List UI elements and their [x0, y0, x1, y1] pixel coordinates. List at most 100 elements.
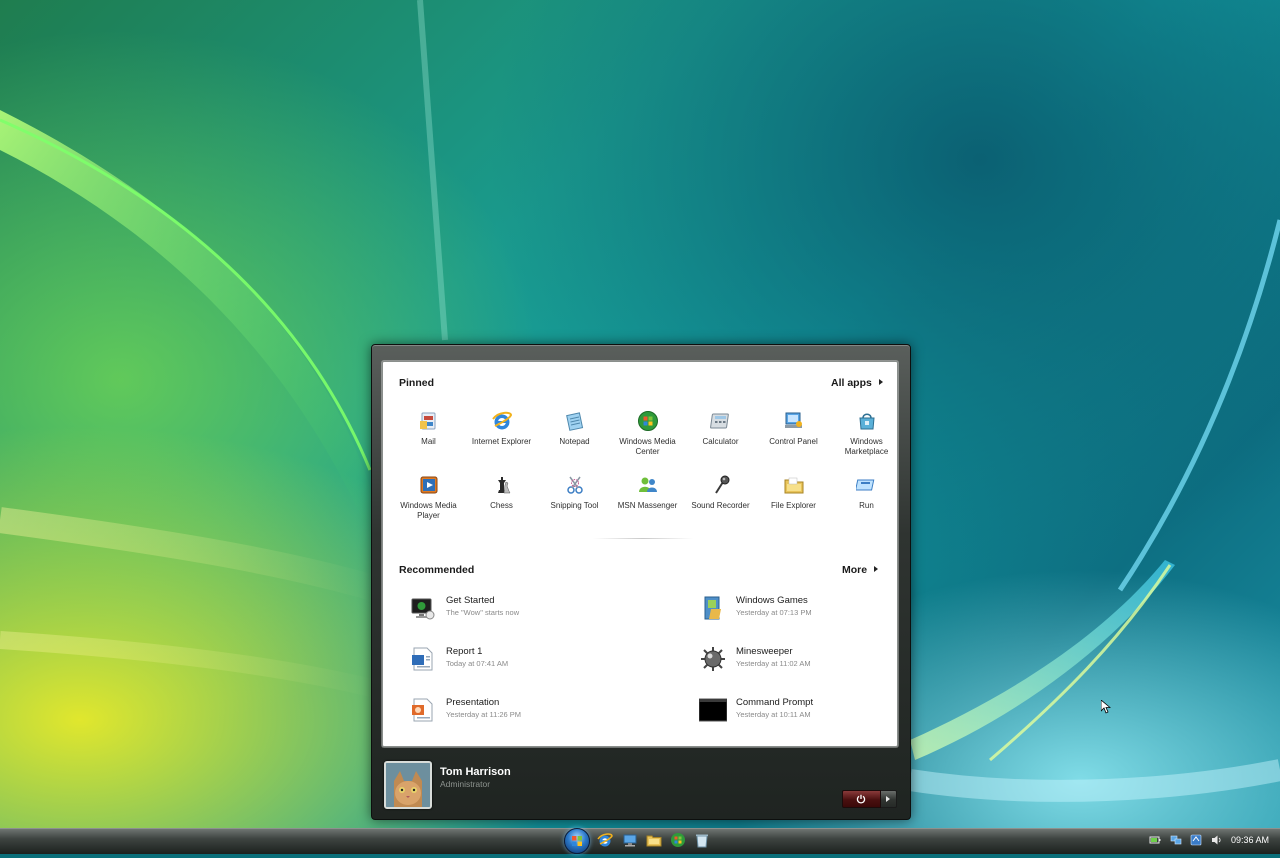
mail-icon	[419, 412, 435, 430]
recommended-item-subtitle: Today at 07:41 AM	[446, 659, 509, 668]
user-role: Administrator	[440, 779, 491, 789]
run-icon	[855, 479, 874, 491]
chevron-right-icon	[878, 379, 883, 385]
recommended-item-report-1[interactable]: Report 1 Today at 07:41 AM	[409, 643, 609, 677]
section-divider	[593, 538, 693, 539]
pinned-app-msn-messenger[interactable]: MSN Massenger	[611, 474, 684, 538]
media-center-icon[interactable]	[670, 832, 686, 848]
volume-icon[interactable]	[1211, 834, 1223, 846]
app-label: Calculator	[702, 437, 739, 446]
notepad-icon	[565, 412, 583, 431]
recommended-item-command-prompt[interactable]: Command Prompt Yesterday at 10:11 AM	[699, 694, 899, 728]
pinned-app-file-explorer[interactable]: File Explorer	[757, 474, 830, 538]
pinned-app-mail[interactable]: Mail	[392, 410, 465, 474]
recommended-item-windows-games[interactable]: Windows Games Yesterday at 07:13 PM	[699, 592, 899, 626]
calculator-icon	[709, 413, 729, 429]
mine-icon	[701, 647, 725, 671]
app-label: Run	[859, 501, 874, 510]
more-button[interactable]: More	[842, 564, 879, 576]
pinned-app-notepad[interactable]: Notepad	[538, 410, 611, 474]
chess-icon	[497, 477, 510, 494]
taskbar	[0, 828, 1280, 854]
presentation-icon	[412, 698, 433, 722]
app-label: Notepad	[559, 437, 590, 446]
recommended-item-name: Windows Games	[736, 595, 808, 606]
network-icon[interactable]	[622, 832, 638, 848]
recommended-item-name: Presentation	[446, 697, 500, 708]
internet-explorer-icon	[491, 411, 512, 430]
recommended-item-subtitle: Yesterday at 11:02 AM	[736, 659, 811, 668]
snipping-tool-icon	[566, 476, 583, 494]
recommended-item-subtitle: The "Wow" starts now	[446, 608, 520, 617]
app-label: Windows Media Player	[400, 501, 457, 520]
chevron-right-icon	[886, 796, 891, 802]
recommended-item-minesweeper[interactable]: Minesweeper Yesterday at 11:02 AM	[699, 643, 899, 677]
recommended-list: Get Started The "Wow" starts now Windows…	[409, 592, 879, 742]
app-label: Mail	[421, 437, 436, 446]
all-apps-label: All apps	[831, 377, 872, 389]
power-options-button[interactable]	[880, 790, 897, 808]
pinned-app-control-panel[interactable]: Control Panel	[757, 410, 830, 474]
app-label: MSN Massenger	[617, 501, 678, 510]
start-menu-content-panel: Pinned All apps Mail Internet Explorer N…	[382, 361, 898, 747]
recommended-item-subtitle: Yesterday at 11:26 PM	[446, 710, 522, 719]
taskbar-clock[interactable]: 09:36 AM	[1231, 835, 1269, 845]
internet-explorer-icon[interactable]	[597, 832, 613, 848]
recommended-item-name: Get Started	[446, 595, 495, 606]
app-label: Chess	[490, 501, 513, 510]
recommended-item-get-started[interactable]: Get Started The "Wow" starts now	[409, 592, 609, 626]
recommended-item-name: Report 1	[446, 646, 483, 657]
network-icon[interactable]	[1170, 834, 1182, 846]
msn-messenger-icon	[638, 477, 657, 492]
pinned-app-sound-recorder[interactable]: Sound Recorder	[684, 474, 757, 538]
shut-down-button[interactable]	[842, 790, 881, 808]
pinned-apps-grid: Mail Internet Explorer Notepad Windows M…	[392, 410, 888, 538]
app-label: Internet Explorer	[471, 437, 532, 446]
microphone-icon	[714, 475, 729, 494]
app-label: Snipping Tool	[550, 501, 599, 510]
pinned-app-chess[interactable]: Chess	[465, 474, 538, 538]
app-label: Windows Marketplace	[844, 437, 889, 456]
games-folder-icon	[704, 596, 721, 620]
more-label: More	[842, 564, 868, 576]
pinned-app-windows-marketplace[interactable]: Windows Marketplace	[830, 410, 903, 474]
get-started-icon	[411, 598, 435, 620]
start-button[interactable]	[564, 828, 590, 854]
recommended-item-subtitle: Yesterday at 10:11 AM	[736, 710, 811, 719]
media-player-icon	[420, 476, 437, 494]
folder-icon	[784, 477, 803, 494]
pinned-app-run[interactable]: Run	[830, 474, 903, 538]
recommended-item-subtitle: Yesterday at 07:13 PM	[736, 608, 812, 617]
power-icon	[857, 794, 866, 804]
app-label: File Explorer	[771, 501, 816, 510]
battery-icon[interactable]	[1149, 834, 1161, 846]
chevron-right-icon	[874, 566, 879, 572]
pinned-app-internet-explorer[interactable]: Internet Explorer	[465, 410, 538, 474]
document-icon	[412, 647, 433, 671]
windows-logo-icon	[572, 836, 582, 846]
command-prompt-icon	[699, 698, 727, 722]
app-label: Sound Recorder	[691, 501, 750, 510]
pinned-app-snipping-tool[interactable]: Snipping Tool	[538, 474, 611, 538]
pinned-section-title: Pinned	[399, 377, 435, 389]
cat-avatar-icon	[386, 763, 430, 807]
pinned-app-windows-media-center[interactable]: Windows Media Center	[611, 410, 684, 474]
recommended-item-presentation[interactable]: Presentation Yesterday at 11:26 PM	[409, 694, 609, 728]
recommended-section-title: Recommended	[399, 564, 475, 576]
mouse-cursor-icon	[1101, 700, 1111, 714]
folder-icon[interactable]	[646, 832, 662, 848]
control-panel-icon	[784, 412, 802, 428]
pinned-app-calculator[interactable]: Calculator	[684, 410, 757, 474]
power-controls	[842, 790, 897, 808]
media-center-icon	[637, 411, 658, 431]
sync-icon[interactable]	[1190, 834, 1202, 846]
recommended-item-name: Command Prompt	[736, 697, 814, 708]
all-apps-button[interactable]: All apps	[831, 377, 883, 389]
pinned-app-windows-media-player[interactable]: Windows Media Player	[392, 474, 465, 538]
recommended-item-name: Minesweeper	[736, 646, 793, 657]
app-label: Control Panel	[769, 437, 818, 446]
user-name[interactable]: Tom Harrison	[440, 766, 511, 778]
marketplace-icon	[858, 413, 875, 430]
user-avatar[interactable]	[384, 761, 432, 809]
recycle-bin-icon[interactable]	[694, 832, 710, 848]
